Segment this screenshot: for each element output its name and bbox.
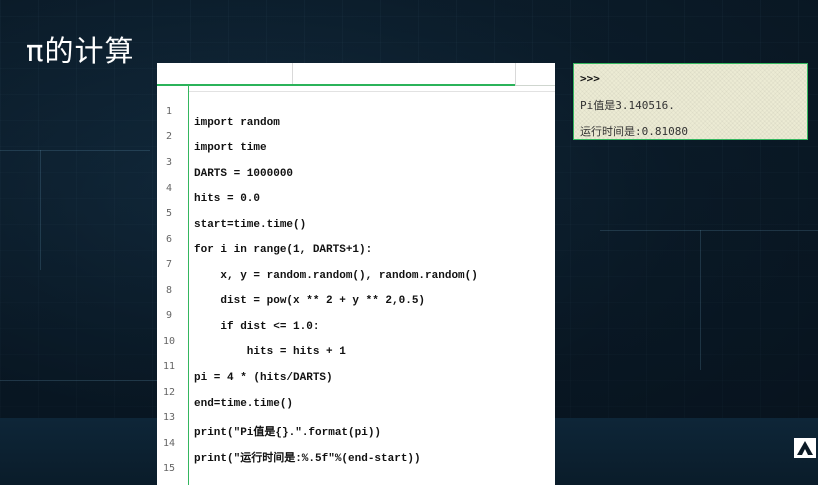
code-line[interactable]: dist = pow(x ** 2 + y ** 2,0.5) [194,295,425,307]
output-console[interactable]: >>> Pi值是3.140516. 运行时间是:0.81080 [573,63,808,140]
slide-title: π的计算 [26,34,135,68]
code-line[interactable]: for i in range(1, DARTS+1): [194,244,372,256]
logo-icon [794,438,816,458]
circuit-trace [0,380,157,381]
code-line[interactable]: if dist <= 1.0: [194,321,319,333]
console-prompt: >>> [580,72,600,85]
code-line[interactable]: x, y = random.random(), random.random() [194,270,477,282]
line-number: 9 [165,310,173,321]
code-line[interactable]: import time [194,142,267,154]
line-number: 3 [165,157,173,168]
code-line[interactable]: pi = 4 * (hits/DARTS) [194,372,333,384]
code-line[interactable]: import random [194,117,280,129]
line-number: 10 [162,336,176,347]
editor-tab-bar [157,63,555,86]
line-number: 5 [165,208,173,219]
code-line[interactable]: print("运行时间是:%.5f"%(end-start)) [194,449,421,465]
circuit-trace [700,230,701,370]
code-line[interactable]: hits = 0.0 [194,193,260,205]
line-number: 2 [165,131,173,142]
console-output-line: Pi值是3.140516. [580,99,675,112]
gutter-border [188,85,189,485]
line-number: 14 [162,438,176,449]
line-number: 13 [162,412,176,423]
circuit-trace [600,230,818,231]
line-number: 6 [165,234,173,245]
editor-tab[interactable] [157,63,293,85]
circuit-trace [0,150,150,151]
code-line[interactable]: DARTS = 1000000 [194,168,293,180]
code-line[interactable]: hits = hits + 1 [194,346,346,358]
active-tab-indicator [157,84,515,86]
editor-tab[interactable] [293,63,516,85]
line-number: 4 [165,183,173,194]
editor-divider [189,91,555,92]
code-line[interactable]: end=time.time() [194,398,293,410]
console-output-line: 运行时间是:0.81080 [580,125,688,138]
code-editor[interactable]: 1 2 3 4 5 6 7 8 9 10 11 12 13 14 15 impo… [157,63,555,485]
line-number: 1 [165,106,173,117]
line-number: 15 [162,463,176,474]
line-number: 8 [165,285,173,296]
line-number: 7 [165,259,173,270]
code-line[interactable]: start=time.time() [194,219,306,231]
line-number: 11 [162,361,176,372]
code-line[interactable]: print("Pi值是{}.".format(pi)) [194,423,381,439]
line-number: 12 [162,387,176,398]
circuit-trace [40,150,41,270]
